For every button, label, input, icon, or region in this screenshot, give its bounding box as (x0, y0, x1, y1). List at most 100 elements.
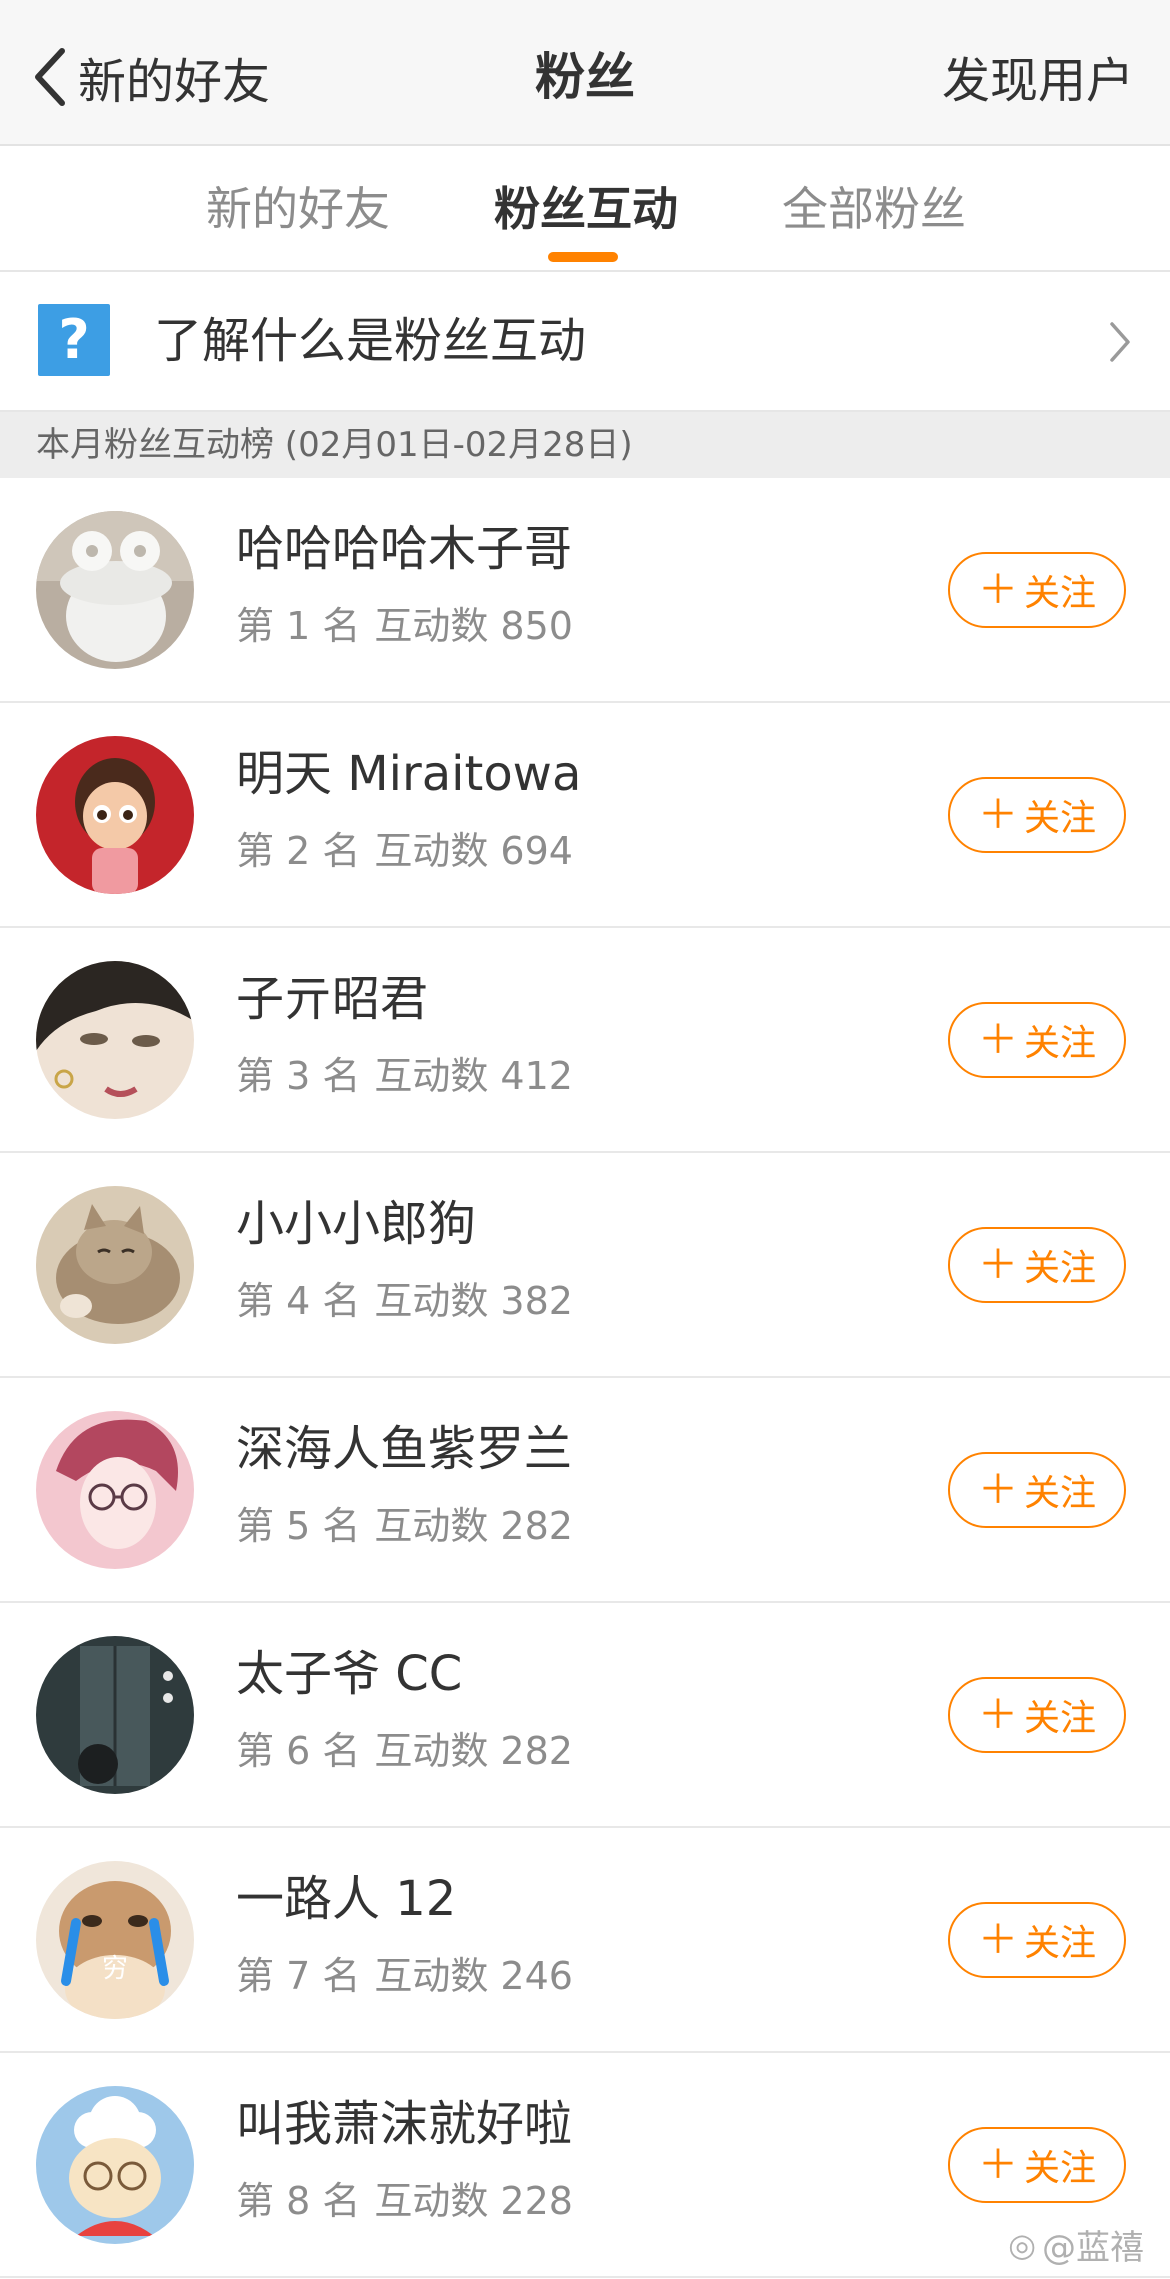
back-label: 新的好友 (78, 54, 271, 110)
illustrated-face-avatar-icon (36, 961, 194, 1119)
fan-name: 子亓昭君 (236, 971, 429, 1027)
follow-label: 关注 (1023, 1248, 1096, 1289)
avatar[interactable] (36, 511, 194, 669)
fan-stats: 第 3 名互动数 412 (236, 1050, 573, 1102)
tab-all-fans[interactable]: 全部粉丝 (782, 176, 966, 242)
fan-name: 明天 Miraitowa (236, 746, 582, 802)
cat-avatar-icon (36, 1186, 194, 1344)
follow-button[interactable]: ＋关注 (948, 1452, 1126, 1528)
discover-users-button[interactable]: 发现用户 (942, 46, 1134, 116)
list-item[interactable]: 深海人鱼紫罗兰 第 5 名互动数 282 ＋关注 (0, 1378, 1170, 1603)
follow-label: 关注 (1023, 1698, 1096, 1739)
fan-interaction-count: 互动数 282 (374, 1729, 573, 1773)
elevator-avatar-icon (36, 1636, 194, 1794)
fan-interaction-count: 互动数 412 (374, 1054, 573, 1098)
avatar-caption: 穷 (102, 1954, 128, 1984)
chevron-right-icon (1110, 322, 1130, 362)
fan-rank: 第 7 名 (236, 1954, 361, 1998)
fan-interaction-count: 互动数 850 (374, 604, 573, 648)
plus-icon: ＋ (977, 1692, 1018, 1738)
follow-label: 关注 (1023, 1023, 1096, 1064)
avatar[interactable] (36, 736, 194, 894)
list-item[interactable]: 明天 Miraitowa 第 2 名互动数 694 ＋关注 (0, 703, 1170, 928)
back-button[interactable]: 新的好友 (30, 42, 270, 112)
weibo-logo-icon: ◎ (1008, 2225, 1036, 2264)
fan-rank: 第 3 名 (236, 1054, 361, 1098)
list-item[interactable]: 太子爷 CC 第 6 名互动数 282 ＋关注 (0, 1603, 1170, 1828)
fan-stats: 第 1 名互动数 850 (236, 600, 573, 652)
fan-name: 小小小郎狗 (236, 1196, 477, 1252)
anime-boy-avatar-icon (36, 1411, 194, 1569)
fan-name: 一路人 12 (236, 1871, 457, 1927)
list-item[interactable]: 叫我萧沫就好啦 第 8 名互动数 228 ＋关注 (0, 2053, 1170, 2278)
fan-name: 哈哈哈哈木子哥 (236, 521, 573, 577)
chevron-left-icon (35, 48, 65, 106)
fan-rank: 第 6 名 (236, 1729, 361, 1773)
follow-label: 关注 (1023, 2148, 1096, 2189)
section-header: 本月粉丝互动榜 (02月01日-02月28日) (0, 412, 1170, 478)
avatar[interactable] (36, 1186, 194, 1344)
follow-button[interactable]: ＋关注 (948, 777, 1126, 853)
fan-interaction-count: 互动数 246 (374, 1954, 573, 1998)
avatar[interactable]: 穷 (36, 1861, 194, 2019)
fan-rank: 第 4 名 (236, 1279, 361, 1323)
avatar[interactable] (36, 2086, 194, 2244)
fan-stats: 第 6 名互动数 282 (236, 1725, 573, 1777)
fan-interaction-count: 互动数 282 (374, 1504, 573, 1548)
sheep-avatar-icon (36, 2086, 194, 2244)
active-tab-indicator (548, 252, 618, 262)
fan-interaction-count: 互动数 382 (374, 1279, 573, 1323)
follow-label: 关注 (1023, 1473, 1096, 1514)
tab-bar: 新的好友 粉丝互动 全部粉丝 (0, 146, 1170, 272)
tab-new-friends[interactable]: 新的好友 (206, 176, 390, 242)
fan-rank: 第 8 名 (236, 2179, 361, 2223)
fan-rank: 第 5 名 (236, 1504, 361, 1548)
plus-icon: ＋ (977, 792, 1018, 838)
info-text: 了解什么是粉丝互动 (154, 313, 587, 369)
fan-stats: 第 4 名互动数 382 (236, 1275, 573, 1327)
fan-name: 深海人鱼紫罗兰 (236, 1421, 573, 1477)
cartoon-girl-avatar-icon (36, 736, 194, 894)
list-item[interactable]: 子亓昭君 第 3 名互动数 412 ＋关注 (0, 928, 1170, 1153)
avatar[interactable] (36, 961, 194, 1119)
plus-icon: ＋ (977, 1242, 1018, 1288)
follow-button[interactable]: ＋关注 (948, 1002, 1126, 1078)
fan-stats: 第 5 名互动数 282 (236, 1500, 573, 1552)
list-item[interactable]: 小小小郎狗 第 4 名互动数 382 ＋关注 (0, 1153, 1170, 1378)
watermark: ◎ @蓝禧 (1008, 2220, 1144, 2269)
follow-button[interactable]: ＋关注 (948, 552, 1126, 628)
plus-icon: ＋ (977, 1017, 1018, 1063)
fan-interaction-count: 互动数 228 (374, 2179, 573, 2223)
fan-stats: 第 2 名互动数 694 (236, 825, 573, 877)
follow-label: 关注 (1023, 798, 1096, 839)
list-item[interactable]: 穷 一路人 12 第 7 名互动数 246 ＋关注 (0, 1828, 1170, 2053)
list-item[interactable]: 哈哈哈哈木子哥 第 1 名互动数 850 ＋关注 (0, 478, 1170, 703)
crying-cat-avatar-icon: 穷 (36, 1861, 194, 2019)
plus-icon: ＋ (977, 2142, 1018, 2188)
fan-name: 太子爷 CC (236, 1646, 463, 1702)
fan-rank: 第 1 名 (236, 604, 361, 648)
tab-fan-interaction[interactable]: 粉丝互动 (494, 176, 678, 242)
plus-icon: ＋ (977, 1467, 1018, 1513)
fan-interaction-count: 互动数 694 (374, 829, 573, 873)
section-header-text: 本月粉丝互动榜 (02月01日-02月28日) (36, 425, 633, 465)
avatar[interactable] (36, 1411, 194, 1569)
plus-icon: ＋ (977, 567, 1018, 613)
nav-bar: 新的好友 粉丝 发现用户 (0, 0, 1170, 146)
fan-stats: 第 8 名互动数 228 (236, 2175, 573, 2227)
what-is-fan-interaction-row[interactable]: ? 了解什么是粉丝互动 (0, 272, 1170, 412)
fan-rank: 第 2 名 (236, 829, 361, 873)
follow-button[interactable]: ＋关注 (948, 2127, 1126, 2203)
question-icon: ? (38, 304, 110, 376)
fan-list: 哈哈哈哈木子哥 第 1 名互动数 850 ＋关注 明天 Miraitowa 第 … (0, 478, 1170, 2278)
avatar[interactable] (36, 1636, 194, 1794)
plus-icon: ＋ (977, 1917, 1018, 1963)
follow-button[interactable]: ＋关注 (948, 1227, 1126, 1303)
fan-name: 叫我萧沫就好啦 (236, 2096, 573, 2152)
follow-button[interactable]: ＋关注 (948, 1902, 1126, 1978)
follow-label: 关注 (1023, 573, 1096, 614)
follow-button[interactable]: ＋关注 (948, 1677, 1126, 1753)
watermark-text: @蓝禧 (1042, 2228, 1144, 2268)
toilet-avatar-icon (36, 511, 194, 669)
fan-stats: 第 7 名互动数 246 (236, 1950, 573, 2002)
